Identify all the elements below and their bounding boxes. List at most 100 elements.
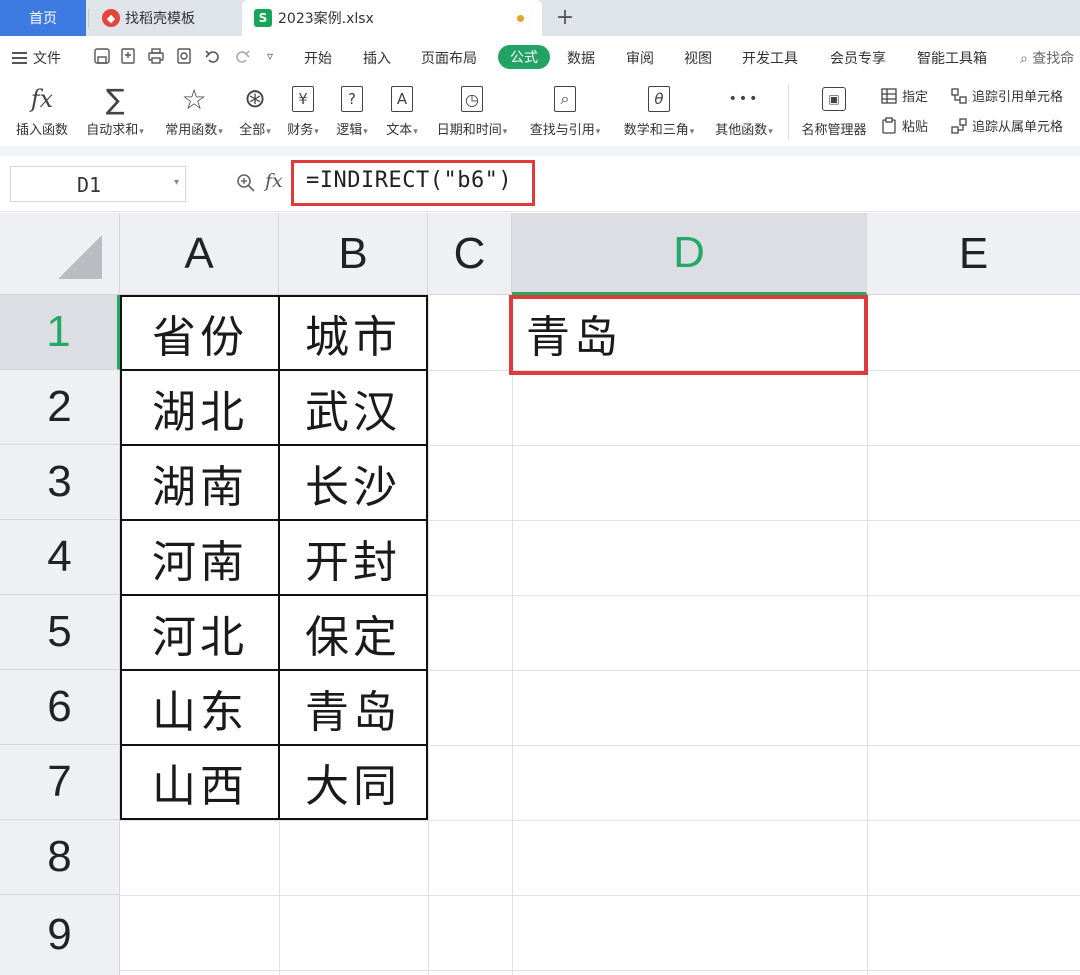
cell-b3[interactable]: 长沙 — [280, 446, 426, 520]
cell-a3[interactable]: 湖南 — [122, 446, 278, 520]
autosum-button[interactable]: ∑ 自动求和▾ — [80, 82, 150, 139]
tab-home-label: 首页 — [29, 11, 57, 27]
column-header-e[interactable]: E — [867, 213, 1080, 295]
cell-b2[interactable]: 武汉 — [280, 371, 426, 445]
specify-label: 指定 — [902, 90, 929, 105]
cell-b5[interactable]: 保定 — [280, 596, 426, 670]
row-header-7[interactable]: 7 — [0, 745, 120, 820]
row-header-5[interactable]: 5 — [0, 595, 120, 670]
row-header-2[interactable]: 2 — [0, 370, 120, 445]
print-preview-icon[interactable] — [174, 46, 194, 66]
more-functions-icon: ••• — [708, 82, 780, 116]
cell-b7[interactable]: 大同 — [280, 745, 426, 819]
quick-access-more-icon[interactable]: ▿ — [260, 46, 280, 66]
trace-precedents-icon — [951, 87, 967, 104]
export-icon[interactable] — [118, 46, 138, 66]
search-box[interactable]: ⌕ 查找命 — [1020, 48, 1074, 68]
menu-data[interactable]: 数据 — [567, 48, 595, 68]
chevron-down-icon[interactable]: ▾ — [174, 177, 179, 188]
column-header-c[interactable]: C — [428, 213, 512, 295]
menu-developer[interactable]: 开发工具 — [742, 48, 798, 68]
zoom-icon[interactable] — [236, 173, 256, 193]
row-header-4[interactable]: 4 — [0, 520, 120, 595]
all-functions-button[interactable]: ⊛ 全部▾ — [236, 82, 274, 138]
menu-formulas[interactable]: 公式 — [498, 45, 550, 69]
datetime-label: 日期和时间 — [436, 123, 502, 138]
worksheet-grid[interactable]: A B C D E 1 2 3 4 5 6 7 8 9 省份 城市 湖北 武汉 … — [0, 213, 1080, 975]
other-functions-button[interactable]: ••• 其他函数▾ — [708, 82, 780, 138]
logic-label: 逻辑 — [336, 123, 363, 138]
menu-smart-toolbox[interactable]: 智能工具箱 — [917, 48, 987, 68]
menu-view[interactable]: 视图 — [684, 48, 712, 68]
active-cell-highlight-box — [509, 295, 868, 375]
select-all-button[interactable] — [0, 213, 120, 295]
insert-function-button[interactable]: fx 插入函数 — [12, 82, 72, 138]
math-glyph: θ — [648, 86, 670, 112]
name-manager-button[interactable]: ▣ 名称管理器 — [796, 82, 872, 138]
menu-member[interactable]: 会员专享 — [830, 48, 886, 68]
file-menu[interactable]: 文件 — [12, 48, 61, 68]
text-functions-button[interactable]: A 文本▾ — [382, 82, 422, 138]
cell-b6[interactable]: 青岛 — [280, 671, 426, 745]
tab-home[interactable]: 首页 — [0, 0, 86, 36]
gridline — [120, 970, 1080, 971]
fx-icon: fx — [12, 82, 72, 116]
ribbon-spacer — [0, 146, 1080, 156]
cell-a7[interactable]: 山西 — [122, 745, 278, 819]
cell-a1[interactable]: 省份 — [122, 296, 278, 370]
trace-precedents-button[interactable]: 追踪引用单元格 — [950, 86, 1063, 105]
math-functions-button[interactable]: θ 数学和三角▾ — [616, 82, 702, 138]
lookup-functions-button[interactable]: ⌕ 查找与引用▾ — [522, 82, 608, 138]
common-functions-button[interactable]: ☆ 常用函数▾ — [158, 82, 230, 139]
all-functions-glyph: ⊛ — [244, 84, 266, 114]
sum-icon: ∑ — [80, 82, 150, 116]
gridline — [120, 820, 1080, 821]
undo-icon[interactable] — [203, 46, 223, 66]
menu-home[interactable]: 开始 — [304, 48, 332, 68]
ribbon-divider — [788, 84, 789, 140]
cell-b1[interactable]: 城市 — [280, 296, 426, 370]
row-header-3[interactable]: 3 — [0, 445, 120, 520]
paste-name-button[interactable]: 粘贴 — [880, 116, 928, 135]
name-manager-label: 名称管理器 — [801, 123, 867, 138]
logic-functions-button[interactable]: ? 逻辑▾ — [332, 82, 372, 138]
row-header-1[interactable]: 1 — [0, 295, 120, 370]
menu-insert[interactable]: 插入 — [363, 48, 391, 68]
column-header-d[interactable]: D — [512, 213, 867, 295]
plus-icon: + — [555, 4, 575, 30]
datetime-functions-button[interactable]: ◷ 日期和时间▾ — [430, 82, 514, 138]
cell-a4[interactable]: 河南 — [122, 521, 278, 595]
print-icon[interactable] — [146, 46, 166, 66]
logic-icon: ? — [332, 82, 372, 116]
hamburger-icon — [12, 49, 27, 67]
column-header-b[interactable]: B — [279, 213, 428, 295]
fx-glyph: fx — [30, 85, 54, 113]
row-header-8[interactable]: 8 — [0, 820, 120, 895]
column-header-a[interactable]: A — [120, 213, 279, 295]
text-label: 文本 — [386, 123, 413, 138]
other-functions-label: 其他函数 — [715, 123, 768, 138]
row-header-6[interactable]: 6 — [0, 670, 120, 745]
tab-workbook[interactable]: S 2023案例.xlsx — [242, 0, 542, 36]
gridline — [867, 295, 868, 975]
specify-button[interactable]: 指定 — [880, 86, 928, 105]
save-icon[interactable] — [92, 46, 112, 66]
search-icon: ⌕ — [1020, 51, 1028, 67]
cell-a5[interactable]: 河北 — [122, 596, 278, 670]
cell-a2[interactable]: 湖北 — [122, 371, 278, 445]
file-menu-label: 文件 — [33, 51, 61, 67]
new-tab-button[interactable]: + — [552, 4, 578, 30]
tab-template[interactable]: ◆ 找稻壳模板 — [90, 0, 240, 36]
menu-page-layout[interactable]: 页面布局 — [421, 48, 477, 68]
spreadsheet-file-icon: S — [254, 9, 272, 27]
cell-a6[interactable]: 山东 — [122, 671, 278, 745]
common-functions-label: 常用函数 — [165, 123, 218, 138]
finance-functions-button[interactable]: ¥ 财务▾ — [284, 82, 322, 138]
name-box[interactable]: D1 ▾ — [10, 166, 186, 202]
redo-icon[interactable] — [232, 46, 252, 66]
row-header-9[interactable]: 9 — [0, 895, 120, 975]
menu-review[interactable]: 审阅 — [626, 48, 654, 68]
cell-b4[interactable]: 开封 — [280, 521, 426, 595]
trace-dependents-button[interactable]: 追踪从属单元格 — [950, 116, 1063, 135]
insert-function-fx-icon[interactable]: fx — [265, 170, 283, 192]
